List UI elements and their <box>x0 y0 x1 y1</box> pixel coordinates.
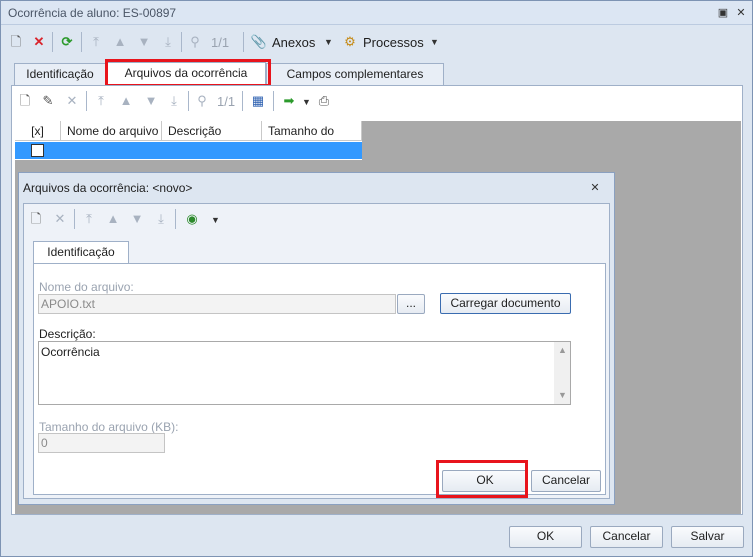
first-record-icon[interactable]: ⤒ <box>87 33 105 51</box>
calendar-icon[interactable]: ▦ <box>249 92 267 110</box>
new-document-icon[interactable]: 🗋 <box>7 33 25 51</box>
files-toolbar: 🗋 ✎ ✕ ⤒ ▲ ▼ ⤓ ⚲ 1/1 ▦ ➡ ▼ ⎙ <box>12 86 742 116</box>
last-record-icon[interactable]: ⤓ <box>152 210 170 228</box>
description-textarea[interactable]: Ocorrência <box>38 341 571 405</box>
gears-icon[interactable]: ⚙ <box>341 33 359 51</box>
attachments-menu[interactable]: Anexos <box>272 35 315 50</box>
refresh-icon[interactable]: ⟳ <box>58 33 76 51</box>
toolbar-separator <box>181 32 182 52</box>
binoculars-icon[interactable]: ⚲ <box>186 33 204 51</box>
file-name-label: Nome do arquivo: <box>39 280 134 294</box>
first-record-icon[interactable]: ⤒ <box>80 210 98 228</box>
page-indicator: 1/1 <box>211 35 230 50</box>
edit-icon[interactable]: ✎ <box>39 92 57 110</box>
tab-identificacao[interactable]: Identificação <box>14 63 106 85</box>
new-document-icon[interactable]: 🗋 <box>16 92 34 110</box>
scroll-up-icon[interactable]: ▲ <box>558 345 567 355</box>
toolbar-separator <box>175 209 176 229</box>
paperclip-icon[interactable]: 📎 <box>250 33 268 51</box>
size-field[interactable]: 0 <box>38 433 165 453</box>
size-label: Tamanho do arquivo (KB): <box>39 420 179 434</box>
previous-record-icon[interactable]: ▲ <box>111 33 129 51</box>
tab-arquivos-da-ocorrencia[interactable]: Arquivos da ocorrência <box>106 62 266 85</box>
close-icon[interactable]: ✕ <box>588 181 602 195</box>
delete-icon[interactable]: ✕ <box>30 33 48 51</box>
scroll-down-icon[interactable]: ▼ <box>558 390 567 400</box>
binoculars-icon[interactable]: ⚲ <box>193 92 211 110</box>
description-scrollbar[interactable]: ▲ ▼ <box>554 342 570 404</box>
files-grid: [x] Nome do arquivo Descrição Tamanho do <box>15 121 362 160</box>
globe-icon[interactable]: ◉ <box>183 210 201 228</box>
footer-bar: OK Cancelar Salvar <box>1 517 752 556</box>
print-icon[interactable]: ⎙ <box>315 92 333 110</box>
dialog-tab-panel: Nome do arquivo: APOIO.txt ... Carregar … <box>33 263 606 495</box>
grid-header-file-name[interactable]: Nome do arquivo <box>61 121 162 141</box>
toolbar-separator <box>188 91 189 111</box>
next-record-icon[interactable]: ▼ <box>142 92 160 110</box>
ok-button[interactable]: OK <box>509 526 582 548</box>
toolbar-separator <box>242 91 243 111</box>
processes-menu[interactable]: Processos <box>363 35 424 50</box>
last-record-icon[interactable]: ⤓ <box>165 92 183 110</box>
toolbar-separator <box>273 91 274 111</box>
chevron-down-icon[interactable]: ▼ <box>302 97 311 107</box>
file-dialog: Arquivos da ocorrência: <novo> ✕ 🗋 ✕ ⤒ ▲… <box>18 172 615 505</box>
close-icon[interactable]: ✕ <box>734 6 748 20</box>
chevron-down-icon[interactable]: ▼ <box>211 215 220 225</box>
window-title: Ocorrência de aluno: ES-00897 <box>8 6 177 20</box>
next-record-icon[interactable]: ▼ <box>135 33 153 51</box>
tab-campos-complementares[interactable]: Campos complementares <box>266 63 444 85</box>
next-record-icon[interactable]: ▼ <box>128 210 146 228</box>
export-icon[interactable]: ➡ <box>280 92 298 110</box>
delete-icon[interactable]: ✕ <box>51 210 69 228</box>
grid-header-select[interactable]: [x] <box>15 121 61 141</box>
grid-header-size[interactable]: Tamanho do <box>262 121 362 141</box>
dialog-cancel-button[interactable]: Cancelar <box>531 470 601 492</box>
new-document-icon[interactable]: 🗋 <box>27 210 45 228</box>
page-indicator: 1/1 <box>217 94 236 109</box>
toolbar-separator <box>243 32 244 52</box>
row-checkbox[interactable] <box>31 144 44 157</box>
last-record-icon[interactable]: ⤓ <box>159 33 177 51</box>
main-toolbar: 🗋 ✕ ⟳ ⤒ ▲ ▼ ⤓ ⚲ 1/1 📎 Anexos ▼ ⚙ Process… <box>1 27 752 57</box>
first-record-icon[interactable]: ⤒ <box>92 92 110 110</box>
dialog-ok-button[interactable]: OK <box>442 470 528 492</box>
main-window: Ocorrência de aluno: ES-00897 ▣ ✕ 🗋 ✕ ⟳ … <box>0 0 753 557</box>
table-row[interactable] <box>15 142 362 159</box>
title-bar: Ocorrência de aluno: ES-00897 ▣ ✕ <box>1 1 752 25</box>
delete-icon[interactable]: ✕ <box>63 92 81 110</box>
dialog-title: Arquivos da ocorrência: <novo> <box>23 181 193 195</box>
browse-button[interactable]: ... <box>397 294 425 314</box>
tab-dialog-identificacao[interactable]: Identificação <box>33 241 129 264</box>
dialog-body: 🗋 ✕ ⤒ ▲ ▼ ⤓ ◉ ▼ Identificação Nome do ar… <box>23 203 610 499</box>
chevron-down-icon[interactable]: ▼ <box>324 37 333 47</box>
grid-header-description[interactable]: Descrição <box>162 121 262 141</box>
previous-record-icon[interactable]: ▲ <box>104 210 122 228</box>
chevron-down-icon[interactable]: ▼ <box>430 37 439 47</box>
description-label: Descrição: <box>39 327 96 341</box>
previous-record-icon[interactable]: ▲ <box>117 92 135 110</box>
toolbar-separator <box>86 91 87 111</box>
toolbar-separator <box>52 32 53 52</box>
save-button[interactable]: Salvar <box>671 526 744 548</box>
maximize-icon[interactable]: ▣ <box>716 6 730 20</box>
toolbar-separator <box>74 209 75 229</box>
file-name-field[interactable]: APOIO.txt <box>38 294 396 314</box>
cancel-button[interactable]: Cancelar <box>590 526 663 548</box>
load-document-button[interactable]: Carregar documento <box>440 293 571 314</box>
toolbar-separator <box>81 32 82 52</box>
